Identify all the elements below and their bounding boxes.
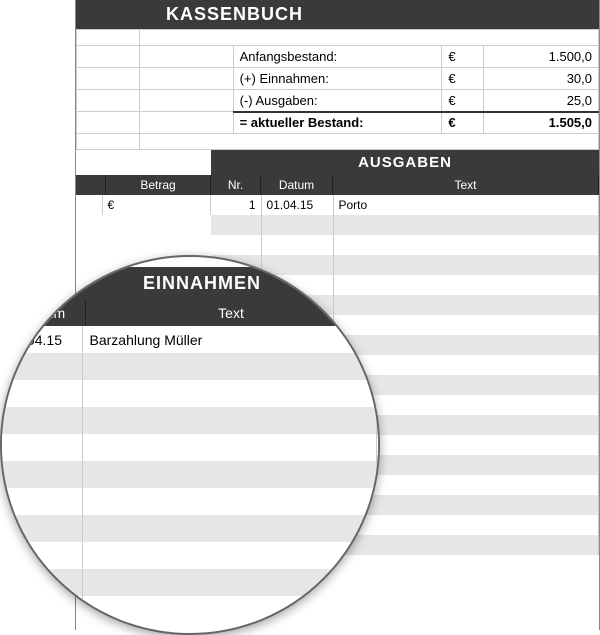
summary-label: (+) Einnahmen: [233,68,442,90]
cell-text[interactable]: Barzahlung Müller [82,326,377,353]
col-text: Text [86,300,377,326]
cell-currency[interactable]: € [102,195,211,215]
einnahmen-grid: 1 01.04.15 Barzahlung Müller € 2 3 4 5 6… [0,326,380,623]
summary-currency: € [442,46,484,68]
summary-value: 1.505,0 [484,112,599,134]
summary-currency: € [442,112,484,134]
col-datum: Datum [4,300,86,326]
summary-currency: € [442,90,484,112]
ausgaben-left-grid: € [76,195,211,215]
col-text: Text [333,175,599,195]
summary-label: (-) Ausgaben: [233,90,442,112]
summary-currency: € [442,68,484,90]
page-title: KASSENBUCH [76,0,599,29]
einnahmen-header: EINNAHMEN [0,267,380,300]
col-datum: Datum [261,175,333,195]
summary-value: 1.500,0 [484,46,599,68]
cell-nr[interactable]: 1 [211,195,261,215]
summary-table: Anfangsbestand: € 1.500,0 (+) Einnahmen:… [76,29,599,150]
cell-datum[interactable]: 01.04.15 [0,326,82,353]
summary-value: 30,0 [484,68,599,90]
cell-text[interactable]: Porto [333,195,599,215]
cell-datum[interactable]: 01.04.15 [261,195,333,215]
ausgaben-header: AUSGABEN [211,150,599,175]
magnifier-lens: EINNAHMEN Datum Text 1 01.04.15 Barzahlu… [0,255,380,635]
summary-label: = aktueller Bestand: [233,112,442,134]
summary-value: 25,0 [484,90,599,112]
col-betrag: Betrag [106,175,211,195]
summary-label: Anfangsbestand: [233,46,442,68]
col-nr: Nr. [211,175,261,195]
